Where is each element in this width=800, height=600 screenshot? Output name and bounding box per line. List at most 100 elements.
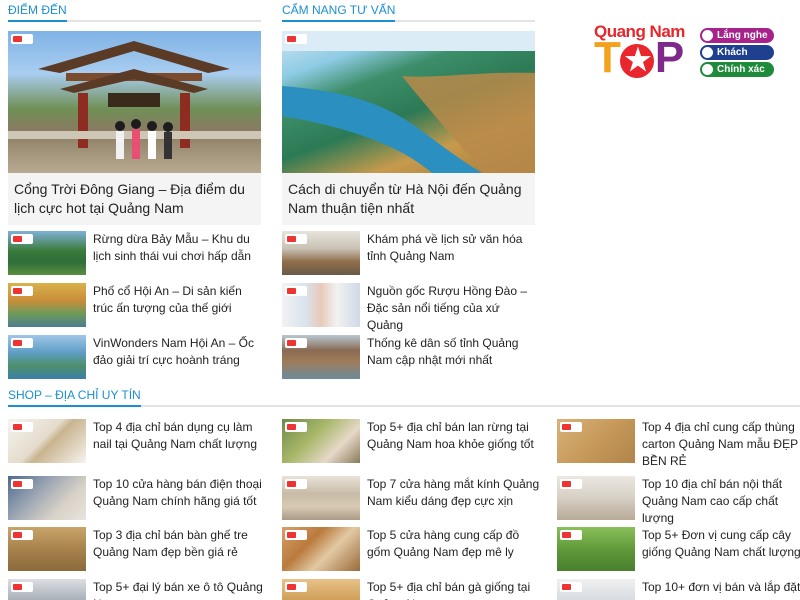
section-header-diem-den: ĐIỂM ĐẾN <box>8 0 261 22</box>
logo-letter-t: T <box>594 33 621 82</box>
shop-item-thumbnail[interactable] <box>282 476 360 520</box>
shop-item[interactable]: Top 4 địa chỉ bán dụng cụ làm nail tại Q… <box>8 419 270 465</box>
list-item[interactable]: Khám phá về lịch sử văn hóa tỉnh Quảng N… <box>282 231 535 277</box>
feature-image[interactable] <box>282 31 535 173</box>
shop-item-title[interactable]: Top 10 địa chỉ bán nội thất Quảng Nam ca… <box>642 476 800 527</box>
feature-title[interactable]: Cổng Trời Đông Giang – Địa điểm du lịch … <box>8 173 261 225</box>
site-badge-icon <box>11 286 33 296</box>
radio-dot-icon <box>702 30 713 41</box>
shop-item-thumbnail[interactable] <box>557 476 635 520</box>
section-title-diem-den[interactable]: ĐIỂM ĐẾN <box>8 0 67 22</box>
logo-pill-3: Chính xác <box>700 62 774 77</box>
feature-image[interactable] <box>8 31 261 173</box>
list-item-thumbnail[interactable] <box>8 231 86 275</box>
quang-nam-top-logo[interactable]: Quang Nam T★P Lắng nghe Khách quan Chính… <box>594 22 778 82</box>
shop-item-title[interactable]: Top 10+ đơn vị bán và lắp đặt <box>642 579 800 596</box>
shop-item-title[interactable]: Top 5+ Đơn vị cung cấp cây giống Quảng N… <box>642 527 800 561</box>
list-item[interactable]: Rừng dừa Bảy Mẫu – Khu du lịch sinh thái… <box>8 231 261 277</box>
shop-item-title[interactable]: Top 7 cửa hàng mắt kính Quảng Nam kiểu d… <box>367 476 542 510</box>
section-header-shop: SHOP – ĐỊA CHỈ UY TÍN <box>8 385 800 407</box>
shop-item[interactable]: Top 10 cửa hàng bán điện thoại Quảng Nam… <box>8 476 270 522</box>
shop-item-title[interactable]: Top 5 cửa hàng cung cấp đồ gốm Quảng Nam… <box>367 527 542 561</box>
shop-item[interactable]: Top 5 cửa hàng cung cấp đồ gốm Quảng Nam… <box>282 527 544 573</box>
radio-dot-icon <box>702 47 713 58</box>
shop-item[interactable]: Top 5+ Đơn vị cung cấp cây giống Quảng N… <box>557 527 800 573</box>
list-item-title[interactable]: Phố cổ Hội An – Di sản kiến trúc ấn tượn… <box>93 283 261 317</box>
shop-item-title[interactable]: Top 5+ địa chỉ bán lan rừng tại Quảng Na… <box>367 419 542 453</box>
logo-pill-3-label: Chính xác <box>717 64 765 75</box>
site-badge-icon <box>11 582 33 592</box>
shop-item-title[interactable]: Top 4 địa chỉ bán dụng cụ làm nail tại Q… <box>93 419 268 453</box>
star-icon: ★ <box>619 44 654 78</box>
shop-item[interactable]: Top 5+ địa chỉ bán gà giống tại Quảng Na… <box>282 579 544 600</box>
logo-pill-1-label: Lắng nghe <box>717 30 768 41</box>
site-badge-icon <box>285 530 307 540</box>
shop-item[interactable]: Top 5+ địa chỉ bán lan rừng tại Quảng Na… <box>282 419 544 465</box>
shop-item-thumbnail[interactable] <box>8 579 86 600</box>
section-title-cam-nang[interactable]: CẨM NANG TƯ VẤN <box>282 0 396 22</box>
logo-pill-1: Lắng nghe <box>700 28 774 43</box>
radio-dot-icon <box>702 64 713 75</box>
feature-card-diem-den[interactable]: Cổng Trời Đông Giang – Địa điểm du lịch … <box>8 31 261 225</box>
site-badge-icon <box>285 338 307 348</box>
shop-item[interactable]: Top 7 cửa hàng mắt kính Quảng Nam kiểu d… <box>282 476 544 522</box>
shop-item-thumbnail[interactable] <box>8 419 86 463</box>
shop-item-title[interactable]: Top 4 địa chỉ cung cấp thùng carton Quản… <box>642 419 800 470</box>
list-item-thumbnail[interactable] <box>282 335 360 379</box>
feature-title[interactable]: Cách di chuyển từ Hà Nội đến Quảng Nam t… <box>282 173 535 225</box>
shop-item[interactable]: Top 10+ đơn vị bán và lắp đặt <box>557 579 800 600</box>
list-item[interactable]: Nguồn gốc Rượu Hồng Đào – Đặc sản nổi ti… <box>282 283 535 332</box>
site-badge-icon <box>11 338 33 348</box>
list-item-title[interactable]: Khám phá về lịch sử văn hóa tỉnh Quảng N… <box>367 231 535 265</box>
section-title-shop[interactable]: SHOP – ĐỊA CHỈ UY TÍN <box>8 385 141 407</box>
list-item[interactable]: VinWonders Nam Hội An – Ốc đảo giải trí … <box>8 335 261 381</box>
site-badge-icon <box>285 286 307 296</box>
site-badge-icon <box>11 34 33 44</box>
shop-item[interactable]: Top 5+ đại lý bán xe ô tô Quảng Nam <box>8 579 270 600</box>
list-item[interactable]: Thống kê dân số tỉnh Quảng Nam cập nhật … <box>282 335 535 381</box>
shop-item-title[interactable]: Top 5+ đại lý bán xe ô tô Quảng Nam <box>93 579 268 600</box>
shop-item-thumbnail[interactable] <box>282 419 360 463</box>
site-badge-icon <box>285 234 307 244</box>
shop-item-thumbnail[interactable] <box>8 527 86 571</box>
river-illustration <box>282 31 535 173</box>
shop-item-title[interactable]: Top 5+ địa chỉ bán gà giống tại Quảng Na… <box>367 579 542 600</box>
site-badge-icon <box>560 582 582 592</box>
shop-item-thumbnail[interactable] <box>557 579 635 600</box>
site-badge-icon <box>11 479 33 489</box>
list-item[interactable]: Phố cổ Hội An – Di sản kiến trúc ấn tượn… <box>8 283 261 329</box>
list-item-title[interactable]: Nguồn gốc Rượu Hồng Đào – Đặc sản nổi ti… <box>367 283 535 334</box>
site-badge-icon <box>560 422 582 432</box>
list-item-title[interactable]: Thống kê dân số tỉnh Quảng Nam cập nhật … <box>367 335 535 369</box>
list-item-thumbnail[interactable] <box>8 335 86 379</box>
site-badge-icon <box>285 479 307 489</box>
list-item-thumbnail[interactable] <box>282 283 360 327</box>
shop-item[interactable]: Top 4 địa chỉ cung cấp thùng carton Quản… <box>557 419 800 468</box>
site-badge-icon <box>285 582 307 592</box>
shop-item-title[interactable]: Top 10 cửa hàng bán điện thoại Quảng Nam… <box>93 476 268 510</box>
shop-item[interactable]: Top 3 địa chỉ bán bàn ghế tre Quảng Nam … <box>8 527 270 573</box>
site-badge-icon <box>560 530 582 540</box>
shop-item[interactable]: Top 10 địa chỉ bán nội thất Quảng Nam ca… <box>557 476 800 525</box>
site-badge-icon <box>11 234 33 244</box>
list-item-title[interactable]: Rừng dừa Bảy Mẫu – Khu du lịch sinh thái… <box>93 231 261 265</box>
list-item-title[interactable]: VinWonders Nam Hội An – Ốc đảo giải trí … <box>93 335 261 369</box>
shop-item-thumbnail[interactable] <box>8 476 86 520</box>
logo-pill-2: Khách quan <box>700 45 774 73</box>
site-badge-icon <box>285 34 307 44</box>
shop-item-thumbnail[interactable] <box>557 527 635 571</box>
shop-item-thumbnail[interactable] <box>282 579 360 600</box>
shop-item-thumbnail[interactable] <box>282 527 360 571</box>
section-header-cam-nang: CẨM NANG TƯ VẤN <box>282 0 535 22</box>
shop-item-thumbnail[interactable] <box>557 419 635 463</box>
gate-illustration <box>8 41 261 159</box>
logo-brand-main: T ★ P <box>594 33 684 82</box>
list-item-thumbnail[interactable] <box>8 283 86 327</box>
site-badge-icon <box>11 530 33 540</box>
site-badge-icon <box>11 422 33 432</box>
list-item-thumbnail[interactable] <box>282 231 360 275</box>
site-badge-icon <box>285 422 307 432</box>
logo-letter-p: P <box>654 33 684 82</box>
shop-item-title[interactable]: Top 3 địa chỉ bán bàn ghế tre Quảng Nam … <box>93 527 268 561</box>
feature-card-cam-nang[interactable]: Cách di chuyển từ Hà Nội đến Quảng Nam t… <box>282 31 535 225</box>
